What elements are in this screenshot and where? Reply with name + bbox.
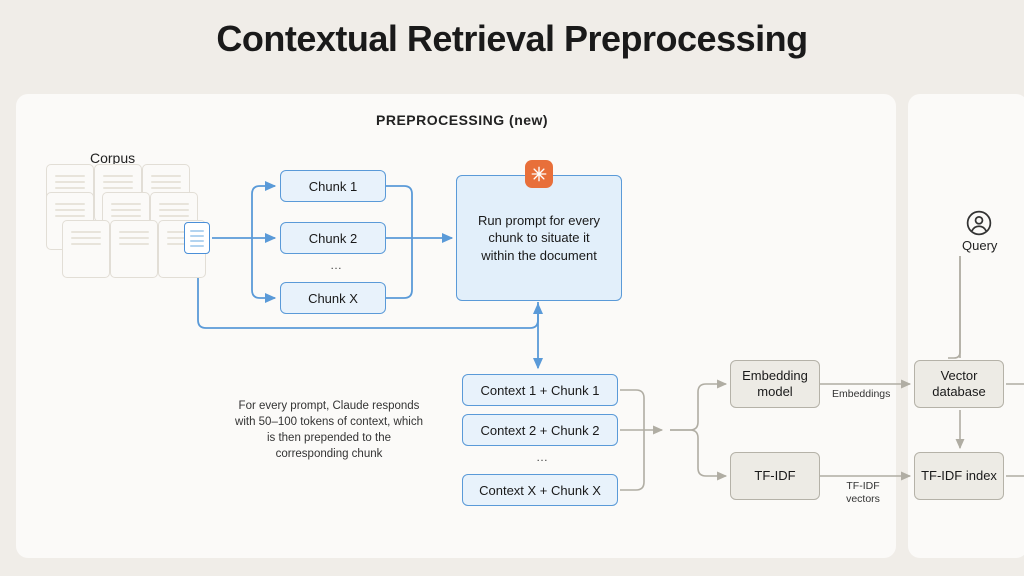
prompt-box: Run prompt for every chunk to situate it… [456, 175, 622, 301]
document-icon [184, 222, 210, 254]
page-title: Contextual Retrieval Preprocessing [0, 0, 1024, 60]
tfidf-index-box: TF-IDF index [914, 452, 1004, 500]
context-x-box: Context X + Chunk X [462, 474, 618, 506]
section-label: PREPROCESSING (new) [376, 112, 548, 128]
vector-db-box: Vector database [914, 360, 1004, 408]
chunk-1-box: Chunk 1 [280, 170, 386, 202]
context-2-box: Context 2 + Chunk 2 [462, 414, 618, 446]
embedding-model-box: Embedding model [730, 360, 820, 408]
chunk-x-box: Chunk X [280, 282, 386, 314]
context-dots: … [536, 450, 548, 464]
caption-text: For every prompt, Claude responds with 5… [234, 398, 424, 462]
claude-icon [525, 160, 553, 188]
context-1-box: Context 1 + Chunk 1 [462, 374, 618, 406]
chunk-dots: … [330, 258, 342, 272]
chunk-2-box: Chunk 2 [280, 222, 386, 254]
tfidf-vectors-edge-label: TF-IDF vectors [838, 480, 888, 505]
embeddings-edge-label: Embeddings [832, 388, 890, 401]
user-icon [966, 210, 992, 236]
query-label: Query [962, 238, 997, 253]
corpus-stack [46, 164, 196, 314]
tfidf-box: TF-IDF [730, 452, 820, 500]
